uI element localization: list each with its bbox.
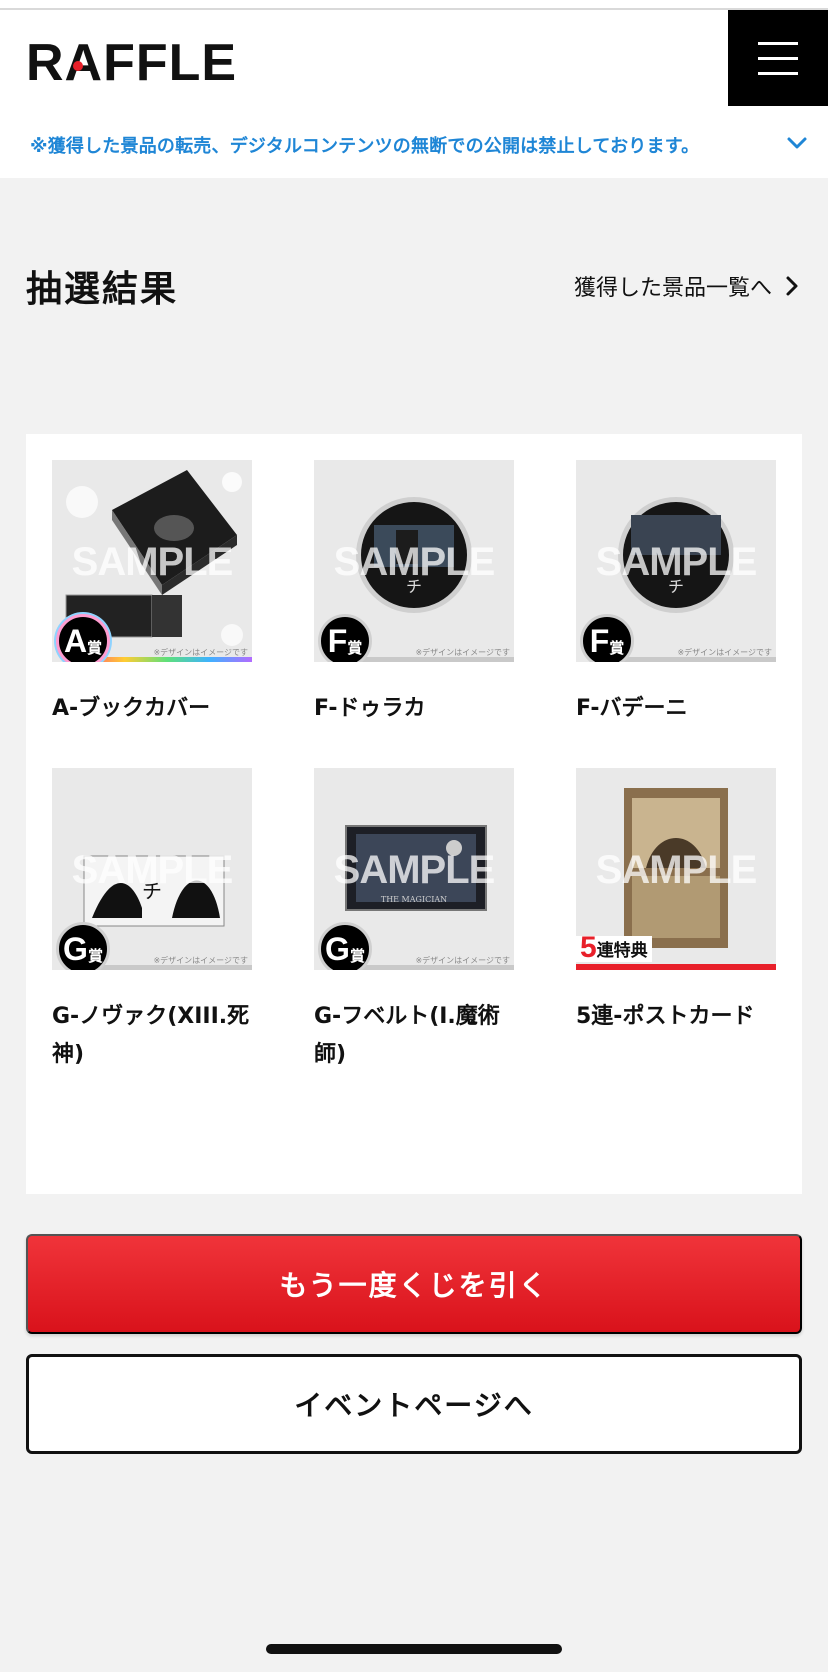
prize-name: A-ブックカバー <box>52 696 211 721</box>
svg-text:THE MAGICIAN: THE MAGICIAN <box>381 895 447 904</box>
prize-item[interactable]: チ SAMPLE ※デザインはイメージです F賞 F-ドゥラカ <box>314 460 514 728</box>
prize-name: F-ドゥラカ <box>314 696 426 721</box>
prize-name: 5連-ポストカード <box>576 1004 755 1029</box>
page-title: 抽選結果 <box>26 269 179 310</box>
prize-item[interactable]: SAMPLE ※デザインはイメージです A賞 A-ブックカバー <box>52 460 252 728</box>
sample-watermark: SAMPLE <box>71 540 234 584</box>
bonus-bar <box>576 964 776 970</box>
notice-text: ※獲得した景品の転売、デジタルコンテンツの無断での公開は禁止しております。 <box>30 136 700 157</box>
prize-thumbnail: チ SAMPLE ※デザインはイメージです F賞 <box>314 460 514 662</box>
result-items-card: SAMPLE ※デザインはイメージです A賞 A-ブックカバー チ SAMPLE… <box>26 434 802 1194</box>
svg-text:RAFFLE: RAFFLE <box>26 36 237 86</box>
notice-banner[interactable]: ※獲得した景品の転売、デジタルコンテンツの無断での公開は禁止しております。 <box>30 128 810 162</box>
rank-badge: G賞 <box>56 922 110 970</box>
prize-name: G-ノヴァク(XIII.死神) <box>52 1004 250 1067</box>
rank-badge: F賞 <box>318 614 372 662</box>
prize-name: F-バデーニ <box>576 696 688 721</box>
prize-item[interactable]: チ SAMPLE ※デザインはイメージです F賞 F-バデーニ <box>576 460 776 728</box>
rank-bar <box>606 657 776 662</box>
chevron-down-icon[interactable] <box>784 130 810 156</box>
bonus-label: 5 連特典 <box>576 933 652 963</box>
site-header: RAFFLE ※獲得した景品の転売、デジタルコンテンツの無断での公開は禁止してお… <box>0 10 828 178</box>
draw-again-button[interactable]: もう一度くじを引く <box>26 1234 802 1334</box>
prize-thumbnail: SAMPLE 5 連特典 <box>576 768 776 970</box>
rank-bar <box>82 965 252 970</box>
raffle-logo[interactable]: RAFFLE <box>26 36 262 86</box>
result-section-header: 抽選結果 獲得した景品一覧へ <box>26 260 802 310</box>
prize-thumbnail: THE MAGICIAN SAMPLE ※デザインはイメージです G賞 <box>314 768 514 970</box>
status-bar-divider <box>0 0 828 10</box>
prize-thumbnail: チ SAMPLE ※デザインはイメージです G賞 <box>52 768 252 970</box>
prize-item[interactable]: THE MAGICIAN SAMPLE ※デザインはイメージです G賞 G-フベ… <box>314 768 514 1074</box>
prize-name: G-フベルト(I.魔術師) <box>314 1004 500 1067</box>
rank-badge: F賞 <box>580 614 634 662</box>
chevron-right-icon <box>786 276 798 296</box>
prize-thumbnail: チ SAMPLE ※デザインはイメージです F賞 <box>576 460 776 662</box>
sample-watermark: SAMPLE <box>595 540 758 584</box>
event-page-button[interactable]: イベントページへ <box>26 1354 802 1454</box>
prize-thumbnail: SAMPLE ※デザインはイメージです A賞 <box>52 460 252 662</box>
prize-list-link-label: 獲得した景品一覧へ <box>573 276 772 301</box>
hamburger-menu-button[interactable] <box>728 10 828 106</box>
sample-watermark: SAMPLE <box>333 540 496 584</box>
rank-bar <box>344 657 514 662</box>
logo-red-dot <box>73 61 83 71</box>
sample-watermark: SAMPLE <box>595 848 758 892</box>
rank-badge: G賞 <box>318 922 372 970</box>
rank-bar <box>82 657 252 662</box>
sample-watermark: SAMPLE <box>333 848 496 892</box>
home-indicator[interactable] <box>266 1644 562 1654</box>
rank-bar <box>344 965 514 970</box>
rank-badge: A賞 <box>56 614 110 662</box>
sample-watermark: SAMPLE <box>71 848 234 892</box>
prize-item[interactable]: SAMPLE 5 連特典 5連-ポストカード <box>576 768 776 1036</box>
hamburger-menu-icon <box>758 41 798 45</box>
prize-list-link[interactable]: 獲得した景品一覧へ <box>574 270 802 302</box>
prize-item[interactable]: チ SAMPLE ※デザインはイメージです G賞 G-ノヴァク(XIII.死神) <box>52 768 252 1074</box>
